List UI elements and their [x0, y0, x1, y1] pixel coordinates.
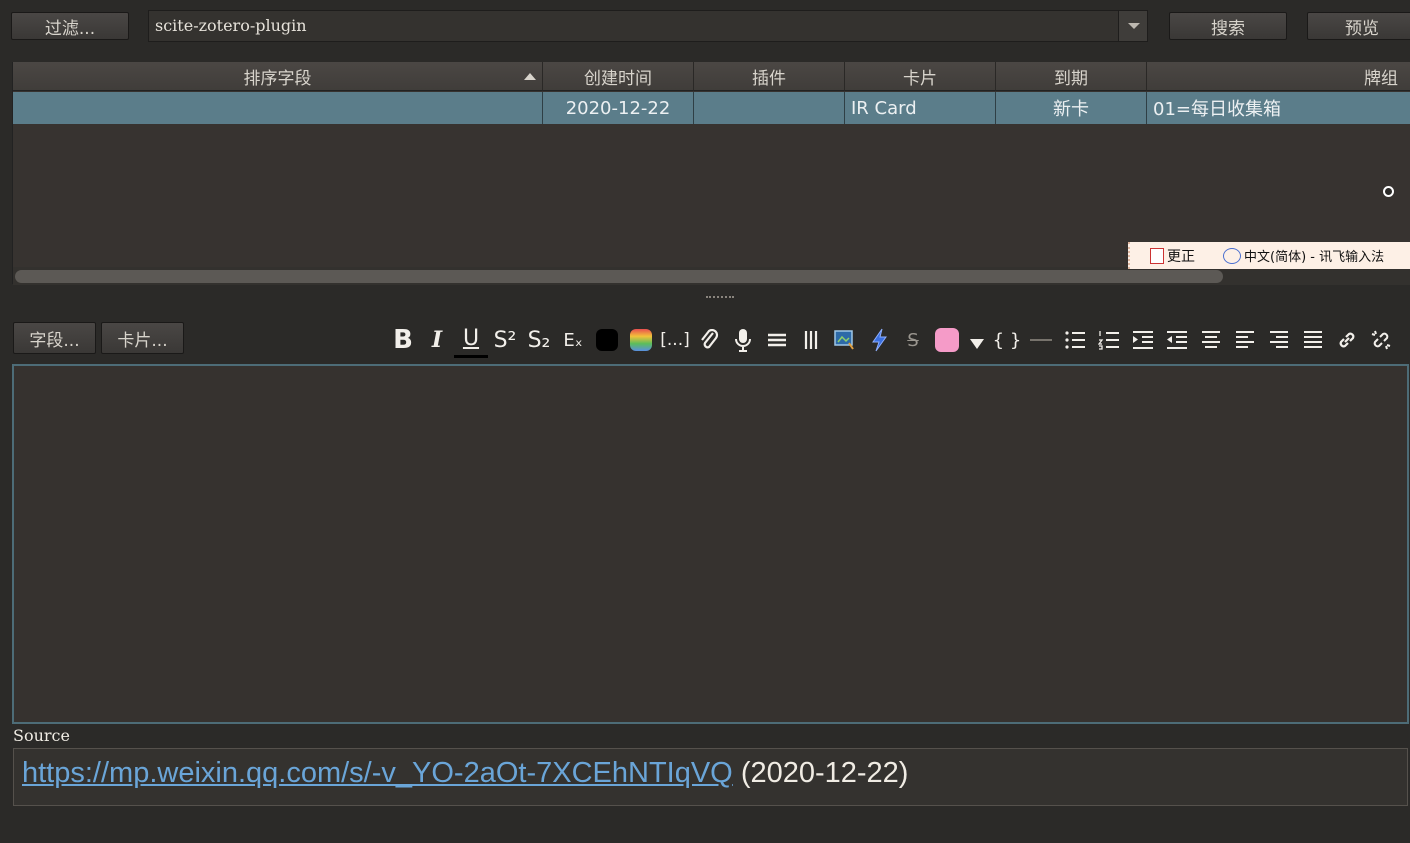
editor-field[interactable]	[12, 364, 1409, 724]
source-field[interactable]: https://mp.weixin.qq.com/s/-v_YO-2aOt-7X…	[13, 748, 1408, 806]
sort-ascending-icon	[524, 73, 536, 80]
fields-button[interactable]: 字段...	[13, 322, 96, 354]
table-cell-due[interactable]: 新卡	[996, 92, 1147, 124]
columns-icon[interactable]	[794, 322, 828, 358]
column-header-label: 排序字段	[243, 68, 312, 89]
table-cell-card[interactable]: IR Card	[845, 92, 996, 124]
source-date: (2020-12-22)	[740, 757, 909, 789]
code-braces-icon[interactable]: { }	[990, 322, 1024, 358]
cursor-icon	[1383, 186, 1394, 197]
ime-mode-label[interactable]: 中文(简体) - 讯飞输入法	[1244, 246, 1384, 265]
column-header-sort-field[interactable]: 排序字段	[13, 62, 543, 91]
column-header-label: 插件	[752, 68, 786, 89]
scrollbar-thumb[interactable]	[15, 270, 1223, 283]
field-label-source: Source	[13, 726, 70, 745]
attach-icon[interactable]	[692, 322, 726, 358]
italic-icon[interactable]: I	[420, 322, 454, 358]
cloze-icon[interactable]: [...]	[658, 322, 692, 358]
table-cell-created[interactable]: 2020-12-22	[543, 92, 694, 124]
align-center-icon[interactable]	[1194, 322, 1228, 358]
link-icon[interactable]	[1330, 322, 1364, 358]
ifly-logo-icon	[1223, 247, 1241, 264]
column-header-created[interactable]: 创建时间	[543, 62, 694, 91]
subscript-icon[interactable]: S₂	[522, 322, 556, 358]
outdent-icon[interactable]	[1160, 322, 1194, 358]
hr-lines-icon[interactable]	[760, 322, 794, 358]
text-color-icon[interactable]	[590, 322, 624, 358]
column-header-label: 到期	[1054, 68, 1088, 89]
column-header-label: 牌组	[1364, 68, 1398, 89]
strikethrough-icon[interactable]: S	[896, 322, 930, 358]
underline-icon[interactable]: U	[454, 322, 488, 358]
clear-format-icon[interactable]: Eₓ	[556, 322, 590, 358]
source-link[interactable]: https://mp.weixin.qq.com/s/-v_YO-2aOt-7X…	[22, 757, 733, 789]
pink-color-icon[interactable]	[930, 322, 964, 358]
horizontal-scrollbar[interactable]	[13, 267, 1410, 285]
highlight-color-icon[interactable]	[624, 322, 658, 358]
search-button[interactable]: 搜索	[1169, 12, 1287, 40]
cards-button[interactable]: 卡片...	[101, 322, 184, 354]
search-input[interactable]: scite-zotero-plugin	[148, 10, 1148, 42]
table-cell-deck[interactable]: 01=每日收集箱	[1147, 92, 1410, 124]
align-left-icon[interactable]	[1228, 322, 1262, 358]
table-cell-plugin[interactable]	[694, 92, 845, 124]
lightning-icon[interactable]	[862, 322, 896, 358]
ime-correct-label[interactable]: 更正	[1167, 246, 1195, 266]
bold-icon[interactable]: B	[386, 322, 420, 358]
record-audio-icon[interactable]	[726, 322, 760, 358]
column-header-label: 创建时间	[584, 68, 652, 89]
numbered-list-icon[interactable]	[1092, 322, 1126, 358]
unlink-icon[interactable]	[1364, 322, 1398, 358]
table-cell-sort-field[interactable]	[13, 92, 543, 124]
pane-splitter-handle[interactable]	[706, 296, 734, 302]
search-history-dropdown[interactable]	[1118, 11, 1147, 41]
horizontal-rule-icon[interactable]	[1024, 322, 1058, 358]
column-header-due[interactable]: 到期	[996, 62, 1147, 91]
preview-button[interactable]: 预览	[1307, 12, 1410, 40]
justify-icon[interactable]	[1296, 322, 1330, 358]
formatting-toolbar: B I U S² S₂ Eₓ [...] S { }	[386, 320, 1398, 360]
indent-icon[interactable]	[1126, 322, 1160, 358]
filter-button[interactable]: 过滤...	[11, 12, 129, 40]
dropdown-arrow-icon[interactable]	[964, 322, 990, 358]
align-right-icon[interactable]	[1262, 322, 1296, 358]
correct-icon[interactable]	[1150, 247, 1164, 264]
column-header-label: 卡片	[903, 68, 937, 89]
superscript-icon[interactable]: S²	[488, 322, 522, 358]
column-header-card[interactable]: 卡片	[845, 62, 996, 91]
ime-status-bar[interactable]: 更正 中文(简体) - 讯飞输入法	[1128, 242, 1410, 269]
column-header-plugin[interactable]: 插件	[694, 62, 845, 91]
bullet-list-icon[interactable]	[1058, 322, 1092, 358]
column-header-deck[interactable]: 牌组	[1147, 62, 1410, 91]
image-icon[interactable]	[828, 322, 862, 358]
